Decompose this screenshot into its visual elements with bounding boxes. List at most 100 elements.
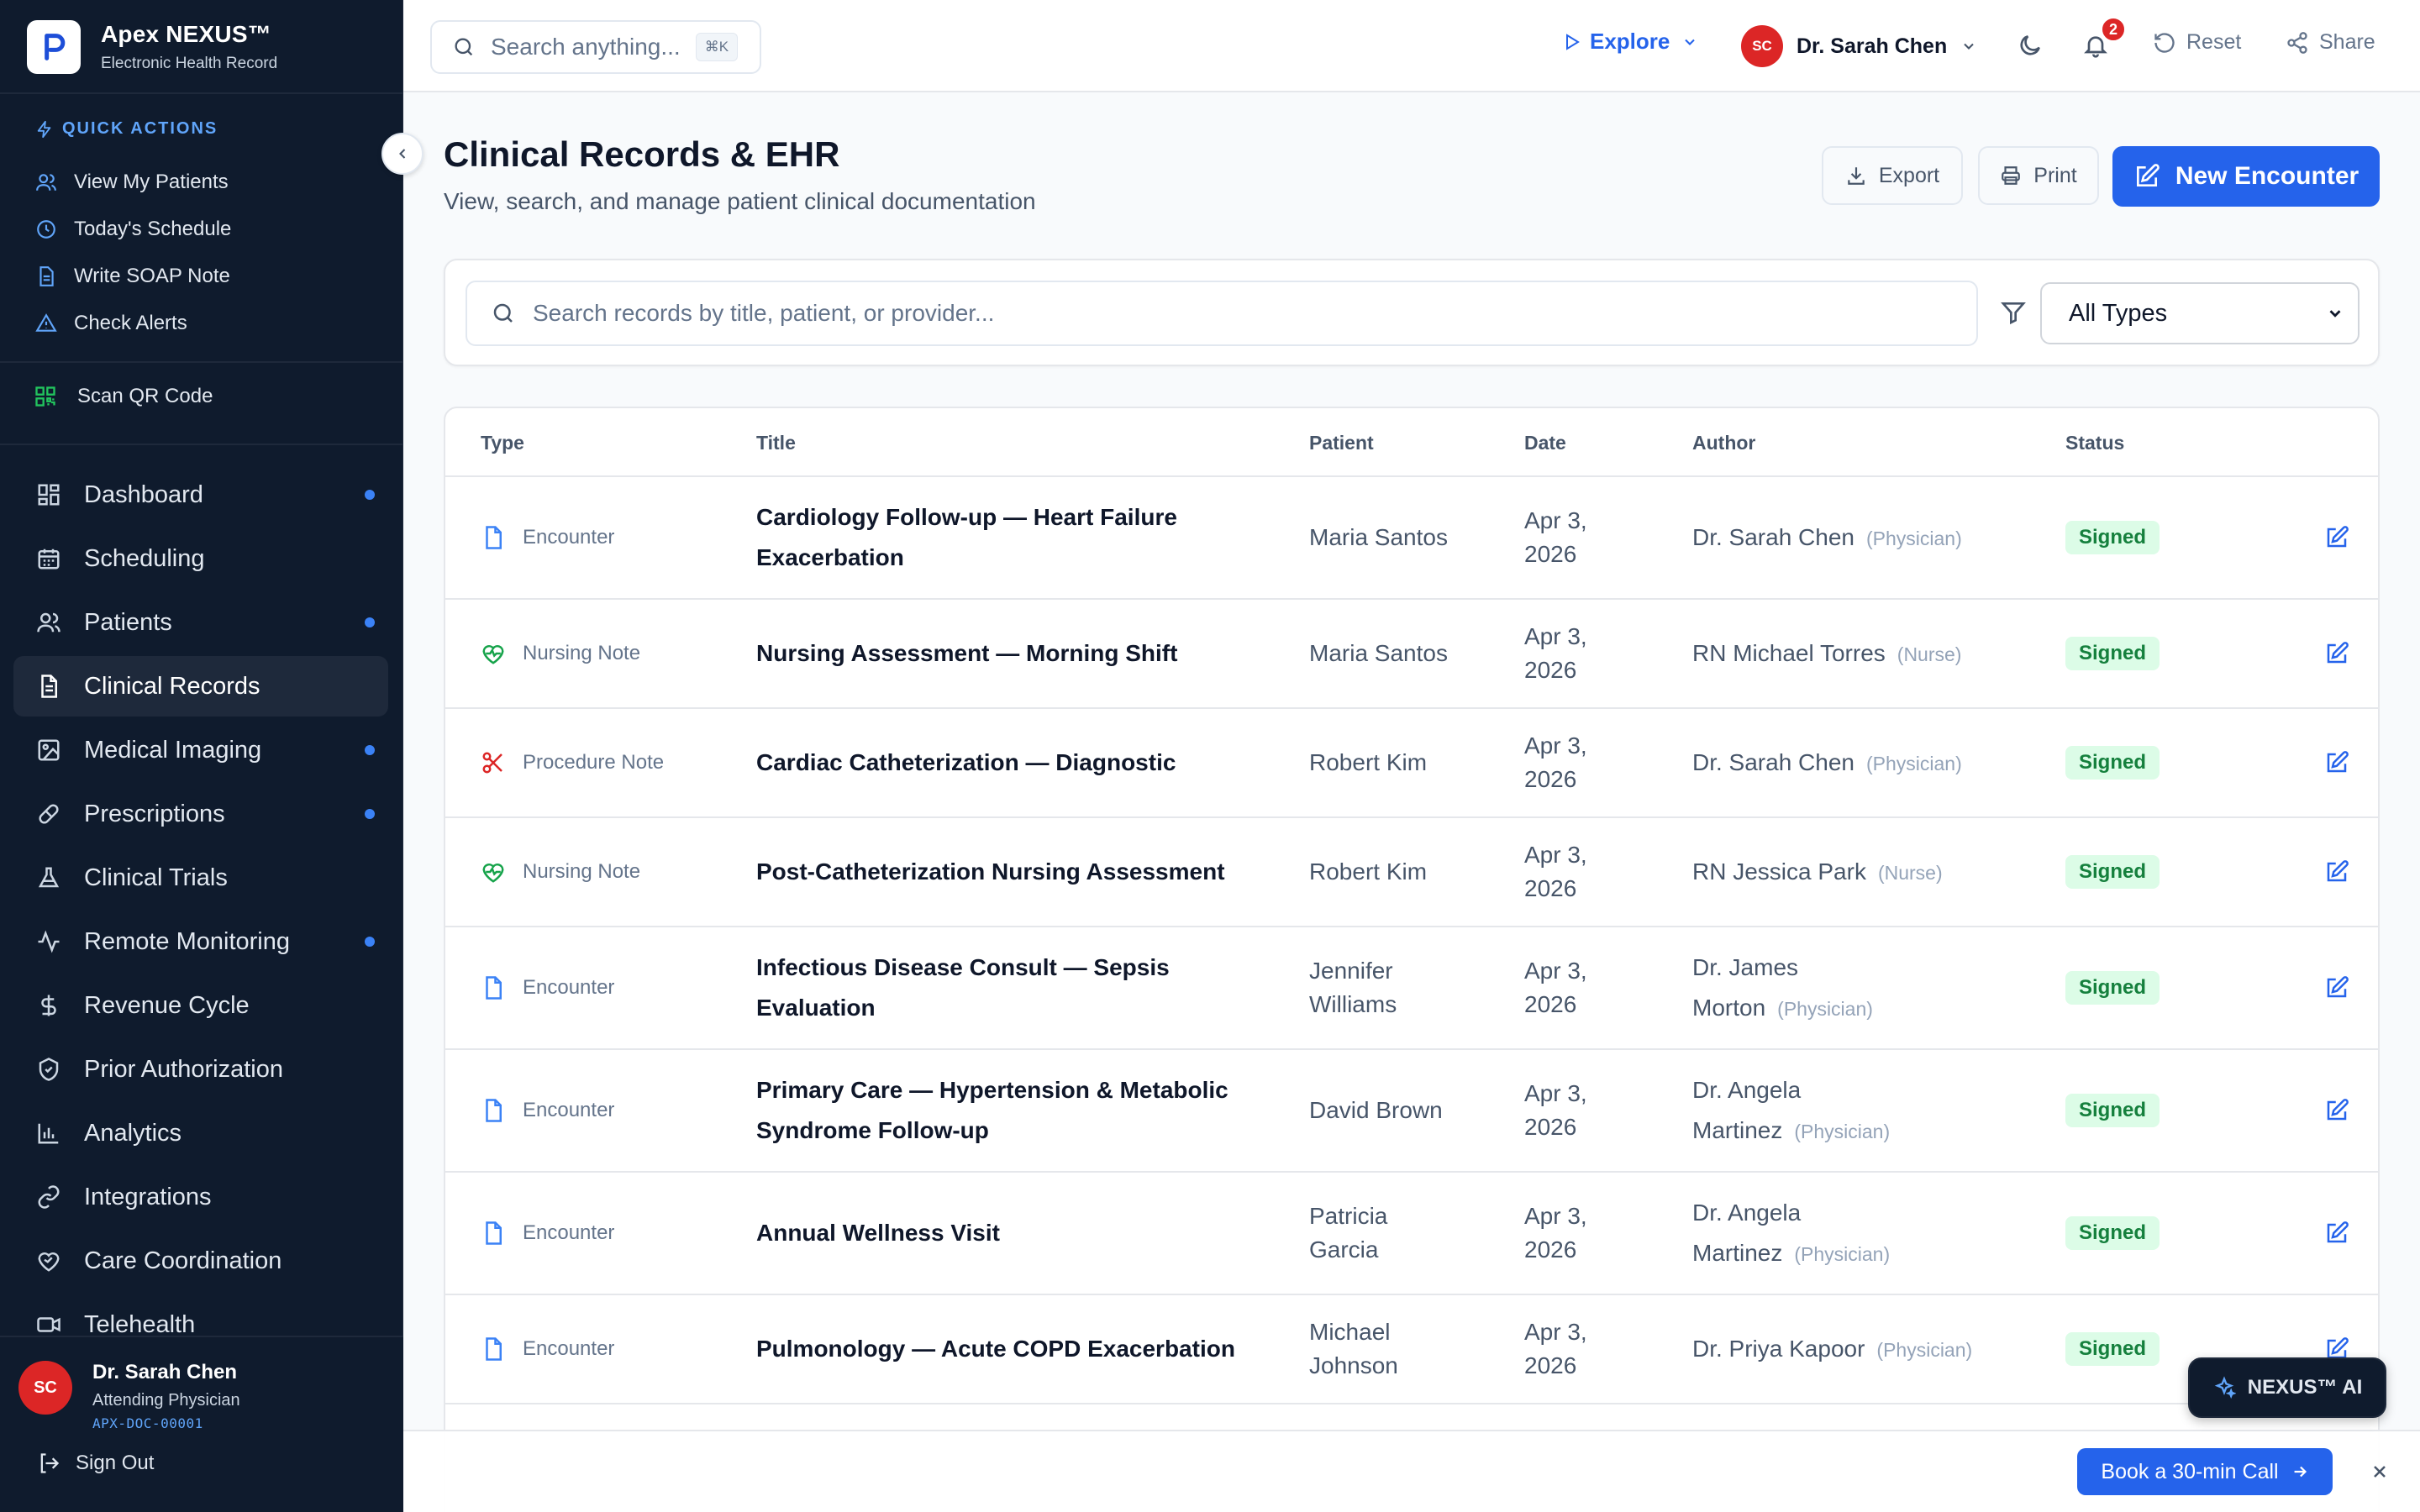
edit-record-button[interactable] [2324, 1173, 2349, 1294]
type-cell: Encounter [481, 1050, 614, 1171]
print-label: Print [2033, 163, 2077, 187]
document-icon [481, 1098, 506, 1123]
table-row[interactable]: Encounter Infectious Disease Consult — S… [445, 927, 2378, 1050]
sidebar-item-care-coordination[interactable]: Care Coordination [13, 1231, 388, 1291]
table-row[interactable]: Procedure Note Cardiac Catheterization —… [445, 709, 2378, 818]
column-header[interactable]: Status [2065, 432, 2124, 454]
type-cell: Procedure Note [481, 709, 664, 816]
column-header[interactable]: Patient [1309, 432, 1374, 454]
record-title[interactable]: Annual Wellness Visit [756, 1173, 1260, 1294]
edit-record-button[interactable] [2324, 1050, 2349, 1171]
record-title[interactable]: Cardiology Follow-up — Heart Failure Exa… [756, 477, 1260, 598]
quick-action-view-patients[interactable]: View My Patients [34, 164, 229, 201]
scan-qr-label: Scan QR Code [77, 385, 213, 407]
column-header[interactable]: Date [1524, 432, 1566, 454]
status-cell: Signed [2065, 1295, 2160, 1403]
type-label: Nursing Note [523, 642, 641, 664]
edit-record-button[interactable] [2324, 818, 2349, 926]
close-banner-button[interactable] [2370, 1462, 2390, 1482]
record-title[interactable]: Cardiac Catheterization — Diagnostic [756, 709, 1260, 816]
scan-qr-button[interactable]: Scan QR Code [34, 385, 213, 408]
record-date: Apr 3, 2026 [1524, 1319, 1587, 1378]
new-encounter-label: New Encounter [2175, 162, 2360, 190]
sidebar-item-dashboard[interactable]: Dashboard [13, 465, 388, 525]
patient-name[interactable]: Maria Santos [1309, 477, 1477, 598]
bar-chart-icon [34, 1121, 64, 1146]
sidebar-item-prescriptions[interactable]: Prescriptions [13, 784, 388, 844]
record-title[interactable]: Post-Catheterization Nursing Assessment [756, 818, 1260, 926]
quick-action-schedule[interactable]: Today's Schedule [34, 211, 231, 248]
reset-button[interactable]: Reset [2153, 30, 2241, 55]
export-button[interactable]: Export [1822, 146, 1963, 205]
user-id: APX-DOC-00001 [92, 1415, 203, 1431]
sign-out-button[interactable]: Sign Out [37, 1452, 154, 1475]
sidebar-user[interactable]: SC Dr. Sarah Chen Attending Physician AP… [18, 1361, 240, 1431]
column-header[interactable]: Title [756, 432, 796, 454]
records-search-input[interactable]: Search records by title, patient, or pro… [466, 281, 1978, 346]
chevron-down-icon [1681, 34, 1698, 50]
new-encounter-button[interactable]: New Encounter [2112, 146, 2380, 207]
quick-action-label: Today's Schedule [74, 218, 232, 240]
global-search-input[interactable]: Search anything... ⌘K [430, 20, 761, 74]
edit-record-button[interactable] [2324, 927, 2349, 1048]
type-cell: Encounter [481, 927, 614, 1048]
patient-name[interactable]: Michael Johnson [1309, 1295, 1427, 1403]
sidebar-item-clinical-trials[interactable]: Clinical Trials [13, 848, 388, 908]
sidebar-item-remote-monitoring[interactable]: Remote Monitoring [13, 911, 388, 972]
table-row[interactable]: Nursing Note Post-Catheterization Nursin… [445, 818, 2378, 927]
brand[interactable]: Apex NEXUS™ Electronic Health Record [27, 20, 277, 74]
record-title[interactable]: Infectious Disease Consult — Sepsis Eval… [756, 927, 1260, 1048]
patient-name[interactable]: Maria Santos [1309, 600, 1477, 707]
edit-record-button[interactable] [2324, 709, 2349, 816]
patient-name[interactable]: Robert Kim [1309, 709, 1477, 816]
print-button[interactable]: Print [1978, 146, 2099, 205]
record-date: Apr 3, 2026 [1524, 732, 1587, 792]
record-title[interactable]: Pulmonology — Acute COPD Exacerbation [756, 1295, 1260, 1403]
type-select[interactable]: All Types [2040, 282, 2360, 344]
dark-mode-toggle[interactable] [2017, 32, 2044, 59]
book-call-button[interactable]: Book a 30-min Call [2077, 1448, 2333, 1495]
search-icon [491, 301, 516, 326]
share-label: Share [2319, 30, 2375, 54]
sidebar-item-integrations[interactable]: Integrations [13, 1167, 388, 1227]
video-icon [34, 1312, 64, 1337]
dollar-icon [34, 993, 64, 1018]
column-header[interactable]: Type [481, 432, 524, 454]
collapse-sidebar-button[interactable] [381, 133, 424, 175]
topbar: Search anything... ⌘K Explore SC Dr. Sar… [403, 0, 2420, 92]
patient-name[interactable]: Jennifer Williams [1309, 927, 1477, 1048]
author-name: Dr. Sarah Chen [1692, 523, 1854, 550]
table-row[interactable]: Nursing Note Nursing Assessment — Mornin… [445, 600, 2378, 709]
sidebar-item-patients[interactable]: Patients [13, 592, 388, 653]
quick-action-soap-note[interactable]: Write SOAP Note [34, 258, 230, 295]
sidebar-item-medical-imaging[interactable]: Medical Imaging [13, 720, 388, 780]
status-badge: Signed [2065, 1332, 2160, 1366]
sidebar-item-label: Integrations [84, 1183, 212, 1210]
sidebar-item-clinical-records[interactable]: Clinical Records [13, 656, 388, 717]
patient-name[interactable]: Patricia Garcia [1309, 1173, 1427, 1294]
sidebar-item-scheduling[interactable]: Scheduling [13, 528, 388, 589]
table-row[interactable]: Encounter Cardiology Follow-up — Heart F… [445, 477, 2378, 600]
table-row[interactable]: Encounter Annual Wellness Visit Patricia… [445, 1173, 2378, 1295]
notification-dot [365, 809, 375, 819]
column-header[interactable]: Author [1692, 432, 1755, 454]
patient-name[interactable]: David Brown [1309, 1050, 1477, 1171]
author-cell: Dr. Sarah Chen (Physician) [1692, 477, 2028, 598]
filter-button[interactable] [2000, 299, 2027, 326]
edit-record-button[interactable] [2324, 600, 2349, 707]
patient-name[interactable]: Robert Kim [1309, 818, 1477, 926]
sidebar-item-revenue-cycle[interactable]: Revenue Cycle [13, 975, 388, 1036]
table-row[interactable]: Encounter Primary Care — Hypertension & … [445, 1050, 2378, 1173]
quick-action-alerts[interactable]: Check Alerts [34, 305, 187, 342]
sidebar-item-prior-authorization[interactable]: Prior Authorization [13, 1039, 388, 1100]
share-button[interactable]: Share [2286, 30, 2375, 55]
record-title[interactable]: Nursing Assessment — Morning Shift [756, 600, 1260, 707]
sidebar-item-analytics[interactable]: Analytics [13, 1103, 388, 1163]
edit-record-button[interactable] [2324, 477, 2349, 598]
user-menu[interactable]: SC Dr. Sarah Chen [1741, 25, 1977, 67]
filter-card: Search records by title, patient, or pro… [444, 259, 2380, 366]
table-row[interactable]: Encounter Pulmonology — Acute COPD Exace… [445, 1295, 2378, 1404]
record-title[interactable]: Primary Care — Hypertension & Metabolic … [756, 1050, 1260, 1171]
explore-menu[interactable]: Explore [1561, 29, 1698, 55]
nexus-ai-button[interactable]: NEXUS™ AI [2188, 1357, 2386, 1418]
